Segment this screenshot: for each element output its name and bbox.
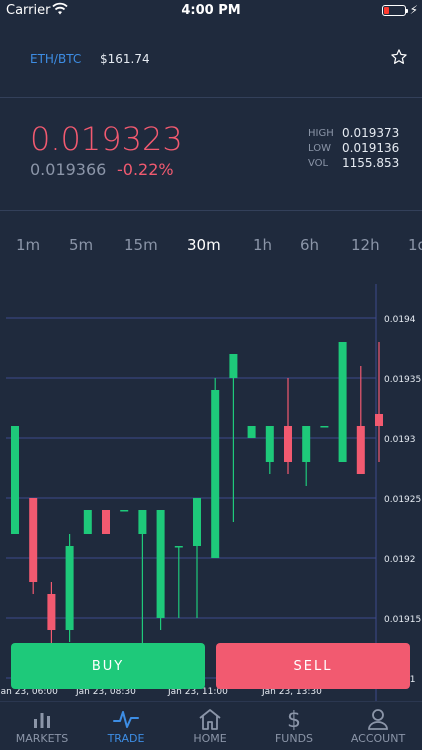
tab-label: TRADE: [107, 732, 145, 745]
timeframe-15m[interactable]: 15m: [124, 236, 158, 254]
timeframe-1h[interactable]: 1h: [253, 236, 272, 254]
timeframe-5m[interactable]: 5m: [69, 236, 93, 254]
sell-button[interactable]: SELL: [216, 643, 410, 689]
previous-price: 0.019366: [30, 160, 107, 179]
candle-body: [156, 510, 165, 618]
tab-account[interactable]: ACCOUNT: [336, 702, 420, 750]
y-tick-label: 0.01915: [384, 615, 421, 625]
dollar-icon: $: [287, 708, 301, 730]
svg-text:$: $: [287, 708, 301, 730]
candle-body: [320, 426, 329, 428]
y-tick-label: 0.01935: [384, 375, 421, 385]
candle-body: [375, 414, 383, 426]
tab-home[interactable]: HOME: [168, 702, 252, 750]
status-bar: Carrier 4:00 PM ⚡: [0, 0, 422, 22]
y-tick-label: 0.0194: [384, 315, 416, 325]
y-tick-label: 0.0193: [384, 435, 416, 445]
timeframe-1d[interactable]: 1d: [408, 236, 422, 254]
pair-usd-price: $161.74: [100, 52, 150, 66]
candle-body: [65, 546, 74, 630]
candle-body: [83, 510, 92, 534]
charging-icon: ⚡: [409, 3, 418, 17]
tab-label: MARKETS: [15, 732, 69, 745]
candle-body: [102, 510, 110, 534]
candle-body: [29, 498, 38, 582]
home-icon: [199, 709, 221, 730]
candle-body: [265, 426, 274, 462]
candle-body: [338, 342, 347, 462]
tab-trade[interactable]: TRADE: [84, 702, 168, 750]
timeframe-6h[interactable]: 6h: [300, 236, 319, 254]
candle-body: [284, 426, 292, 462]
divider: [0, 97, 422, 98]
bar-chart-icon: [34, 713, 50, 728]
candle-body: [120, 510, 129, 512]
tab-label: ACCOUNT: [350, 732, 406, 745]
price-change: -0.22%: [117, 160, 174, 179]
candle-body: [247, 426, 256, 438]
tab-markets[interactable]: MARKETS: [0, 702, 84, 750]
buy-button[interactable]: BUY: [11, 643, 205, 689]
tab-label: HOME: [193, 732, 227, 745]
candle-body: [11, 426, 19, 534]
stat-high: HIGH 0.019373: [308, 126, 400, 140]
tab-funds[interactable]: $ FUNDS: [252, 702, 336, 750]
y-tick-label: 0.01925: [384, 495, 421, 505]
timeframe-30m[interactable]: 30m: [187, 236, 221, 254]
candle-body: [302, 426, 311, 462]
candle-body: [211, 390, 220, 558]
timeframe-selector: 1m 5m 15m 30m 1h 6h 12h 1d: [0, 236, 422, 258]
candle-body: [174, 546, 183, 548]
current-price: 0.019323: [30, 120, 183, 158]
stat-vol: VOL 1155.853: [308, 156, 400, 170]
divider: [0, 210, 422, 211]
y-tick-label: 0.0192: [384, 555, 416, 565]
stat-low: LOW 0.019136: [308, 141, 400, 155]
candle-body: [193, 498, 201, 546]
pair-header: ETH/BTC $161.74: [0, 40, 422, 80]
battery-icon: [382, 5, 408, 16]
pulse-icon: [113, 711, 139, 728]
timeframe-1m[interactable]: 1m: [16, 236, 40, 254]
person-icon: [368, 709, 388, 730]
price-stats: HIGH 0.019373 LOW 0.019136 VOL 1155.853: [308, 126, 399, 171]
tab-label: FUNDS: [274, 732, 314, 745]
timeframe-12h[interactable]: 12h: [351, 236, 380, 254]
tab-bar: MARKETS TRADE HOME $ FUNDS ACCOUNT: [0, 701, 422, 750]
candlestick-chart[interactable]: 0.01940.019350.01930.019250.01920.019150…: [0, 284, 422, 704]
candle-body: [229, 354, 238, 378]
candle-body: [47, 594, 56, 630]
clock: 4:00 PM: [181, 3, 241, 18]
star-icon[interactable]: [390, 48, 408, 66]
candle-body: [138, 510, 147, 534]
pair-name[interactable]: ETH/BTC: [30, 52, 81, 66]
candle-body: [356, 426, 365, 474]
